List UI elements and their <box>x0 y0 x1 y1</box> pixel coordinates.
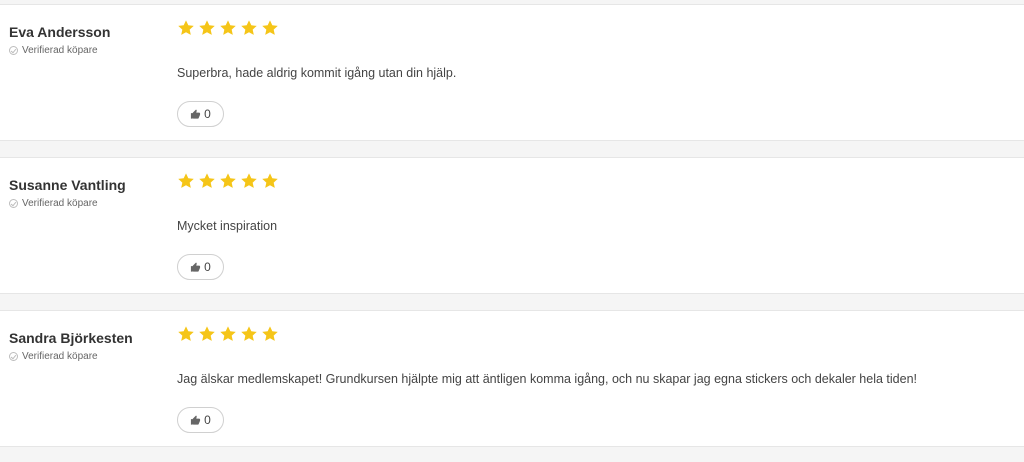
helpful-button[interactable]: 0 <box>177 407 224 433</box>
reviewer-name: Susanne Vantling <box>9 177 126 193</box>
reviewer-name: Sandra Björkesten <box>9 330 133 346</box>
verified-buyer-label: Verifierad köpare <box>22 45 98 56</box>
review-text: Superbra, hade aldrig kommit igång utan … <box>177 66 457 80</box>
review-card: Sandra Björkesten Verifierad köpare Jag … <box>0 310 1024 447</box>
star-icon <box>219 172 237 190</box>
star-icon <box>198 325 216 343</box>
review-list: Eva Andersson Verifierad köpare Superbra… <box>0 0 1024 462</box>
verified-buyer-badge: Verifierad köpare <box>9 45 98 56</box>
check-circle-icon <box>9 46 18 55</box>
helpful-button[interactable]: 0 <box>177 254 224 280</box>
star-icon <box>261 19 279 37</box>
verified-buyer-badge: Verifierad köpare <box>9 351 98 362</box>
review-text: Jag älskar medlemskapet! Grundkursen hjä… <box>177 372 917 386</box>
star-icon <box>240 19 258 37</box>
verified-buyer-badge: Verifierad köpare <box>9 198 98 209</box>
review-card: Eva Andersson Verifierad köpare Superbra… <box>0 4 1024 141</box>
star-icon <box>240 172 258 190</box>
star-icon <box>261 325 279 343</box>
check-circle-icon <box>9 352 18 361</box>
helpful-button[interactable]: 0 <box>177 101 224 127</box>
star-rating <box>177 325 279 343</box>
star-icon <box>219 19 237 37</box>
star-icon <box>177 172 195 190</box>
star-icon <box>240 325 258 343</box>
check-circle-icon <box>9 199 18 208</box>
helpful-count: 0 <box>204 413 211 427</box>
review-card: Susanne Vantling Verifierad köpare Mycke… <box>0 157 1024 294</box>
helpful-count: 0 <box>204 107 211 121</box>
star-rating <box>177 172 279 190</box>
verified-buyer-label: Verifierad köpare <box>22 198 98 209</box>
star-icon <box>219 325 237 343</box>
star-icon <box>177 325 195 343</box>
helpful-count: 0 <box>204 260 211 274</box>
review-text: Mycket inspiration <box>177 219 278 233</box>
thumbs-up-icon <box>190 261 201 273</box>
star-icon <box>198 19 216 37</box>
star-rating <box>177 19 279 37</box>
star-icon <box>261 172 279 190</box>
star-icon <box>198 172 216 190</box>
star-icon <box>177 19 195 37</box>
reviewer-name: Eva Andersson <box>9 24 111 40</box>
verified-buyer-label: Verifierad köpare <box>22 351 98 362</box>
thumbs-up-icon <box>190 414 201 426</box>
thumbs-up-icon <box>190 108 201 120</box>
